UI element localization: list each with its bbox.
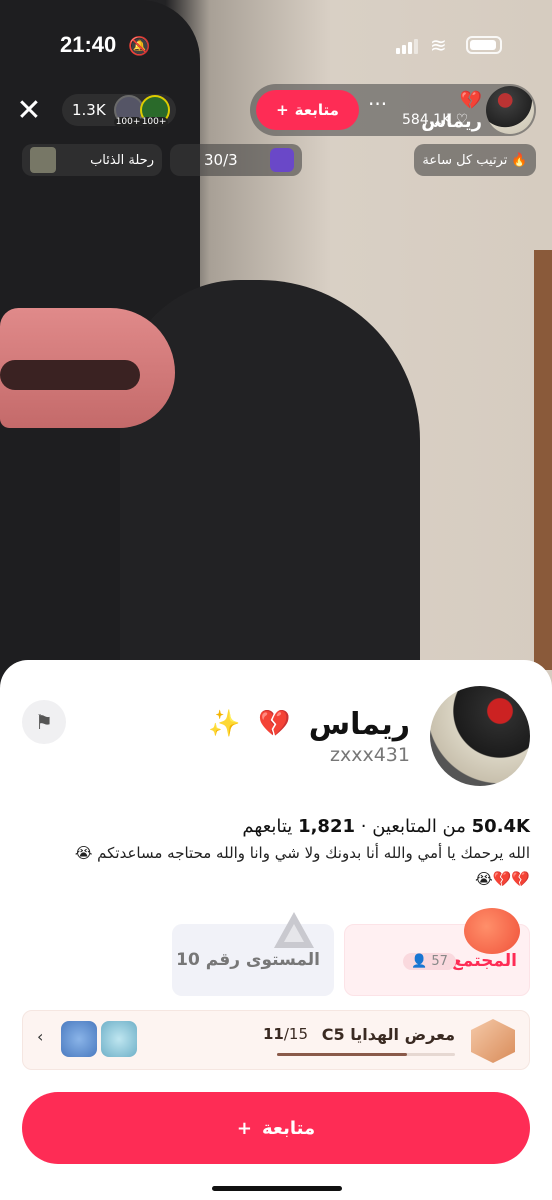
viewer-badge: 100+ bbox=[139, 117, 169, 127]
host-likes: 584.1K ♡ bbox=[402, 112, 468, 128]
community-members-count: 57 bbox=[431, 954, 448, 969]
profile-bio: الله يرحمك يا أمي والله أنا بدونك ولا شي… bbox=[22, 840, 530, 892]
broken-heart-icon: 💔 bbox=[258, 709, 291, 739]
report-flag-icon[interactable]: ⚑ bbox=[22, 700, 66, 744]
following-label: يتابعهم bbox=[242, 816, 293, 837]
hourly-ranking-label: ترتيب كل ساعة bbox=[422, 152, 508, 168]
gift-progress-current: 11 bbox=[263, 1025, 284, 1043]
follow-stats: 50.4K من المتابعين · 1,821 يتابعهم bbox=[200, 816, 530, 837]
host-likes-count: 584.1K bbox=[402, 112, 452, 128]
level-triangle-icon bbox=[274, 912, 314, 948]
wolf-journey-label: رحلة الذئاب bbox=[90, 152, 154, 168]
gift-progress-total: /15 bbox=[283, 1025, 309, 1043]
followers-label: من المتابعين bbox=[372, 816, 466, 837]
fire-icon: 🔥 bbox=[511, 152, 528, 168]
community-heart-icon bbox=[464, 908, 520, 954]
person-icon: 👤 bbox=[411, 954, 432, 969]
level-card[interactable]: المستوى رقم 10 bbox=[172, 912, 334, 996]
gift-gallery-title: C5 معرض الهدايا bbox=[321, 1025, 455, 1044]
followers-count: 50.4K bbox=[471, 816, 530, 837]
bell-muted-icon: 🔕 bbox=[128, 36, 151, 57]
bio-line: الله يرحمك يا أمي والله أنا بدونك ولا شي… bbox=[74, 844, 530, 862]
viewer-avatar[interactable]: 100+ bbox=[139, 95, 170, 127]
community-label: المجتمع bbox=[451, 951, 517, 971]
hourly-ranking-pill[interactable]: ترتيب كل ساعة 🔥 bbox=[414, 144, 536, 176]
chevron-left-icon: ‹ bbox=[37, 1027, 44, 1046]
follow-button-label: متابعة bbox=[262, 1117, 316, 1139]
wolf-icon bbox=[30, 147, 56, 173]
gift-gallery-badge-icon bbox=[471, 1019, 515, 1063]
gift-thumbnail bbox=[101, 1021, 137, 1057]
gift-thumbnail bbox=[61, 1021, 97, 1057]
gift-progress-fill bbox=[277, 1053, 407, 1056]
status-bar: 21:40 🔕 ≋ bbox=[0, 22, 552, 66]
clock: 21:40 bbox=[60, 32, 117, 57]
following-count: 1,821 bbox=[298, 816, 355, 837]
signal-icon bbox=[396, 38, 420, 54]
viewer-badge: 100+ bbox=[113, 117, 143, 127]
stats-separator: · bbox=[360, 816, 367, 837]
rank-badge-icon bbox=[270, 148, 294, 172]
name-row: ✨ 💔 ريماس bbox=[207, 704, 410, 744]
gift-progress-text: 11/15 bbox=[263, 1025, 308, 1043]
home-indicator[interactable] bbox=[212, 1186, 342, 1191]
wolf-journey-pill[interactable]: رحلة الذئاب bbox=[22, 144, 162, 176]
viewer-count[interactable]: 1.3K 100+ 100+ bbox=[62, 94, 176, 127]
more-icon[interactable]: ··· bbox=[368, 92, 387, 116]
level-label: المستوى رقم 10 bbox=[176, 950, 320, 970]
host-follow-label: متابعة bbox=[294, 101, 339, 119]
host-follow-button[interactable]: + متابعة bbox=[256, 90, 359, 130]
sparkles-icon: ✨ bbox=[207, 709, 241, 739]
gift-progress-bar bbox=[277, 1053, 455, 1056]
follow-button[interactable]: + متابعة bbox=[22, 1092, 530, 1164]
viewer-count-label: 1.3K bbox=[72, 101, 106, 119]
battery-icon bbox=[466, 36, 502, 54]
close-icon[interactable]: ✕ bbox=[14, 96, 44, 126]
gift-gallery-row[interactable]: ‹ 11/15 C5 معرض الهدايا bbox=[22, 1010, 530, 1070]
community-members-badge: 👤 57 bbox=[403, 953, 456, 970]
plus-icon: + bbox=[236, 1117, 252, 1139]
profile-avatar[interactable] bbox=[430, 686, 530, 786]
live-stream-screen: 21:40 🔕 ≋ ✕ 1.3K 100+ 100+ + متابعة ··· … bbox=[0, 0, 552, 1200]
video-cabinet bbox=[534, 250, 552, 670]
bio-line: 💔💔😭 bbox=[475, 870, 530, 888]
heart-icon: ♡ bbox=[455, 112, 469, 128]
video-eyes bbox=[0, 360, 140, 390]
host-info-bar[interactable]: + متابعة ··· 💔 ريماس 584.1K ♡ bbox=[250, 84, 536, 136]
rank-progress-value: 30/3 bbox=[204, 151, 238, 169]
profile-name: ريماس bbox=[308, 706, 410, 742]
wifi-icon: ≋ bbox=[430, 33, 447, 57]
rank-progress-pill[interactable]: 30/3 bbox=[170, 144, 302, 176]
plus-icon: + bbox=[276, 101, 289, 119]
host-avatar[interactable] bbox=[486, 86, 534, 134]
profile-handle: zxxx431 bbox=[330, 744, 410, 766]
broken-heart-icon: 💔 bbox=[459, 90, 482, 111]
